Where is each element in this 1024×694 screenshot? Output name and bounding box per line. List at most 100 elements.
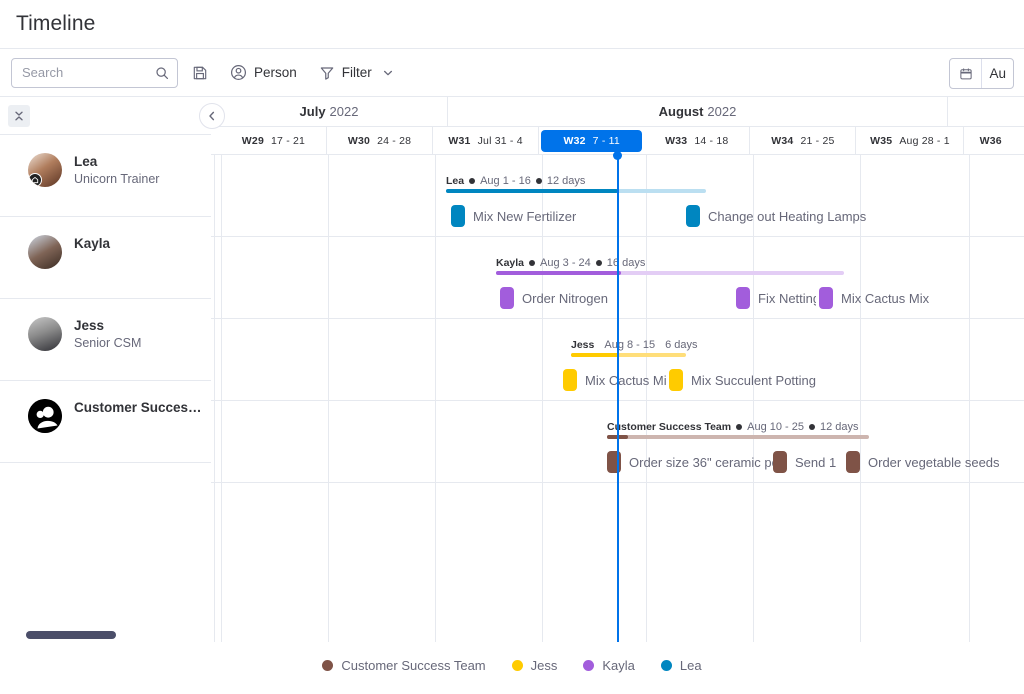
avatar: [28, 153, 62, 187]
week-cell-w30[interactable]: W30 24 - 28: [327, 127, 433, 154]
task-change-out-heating-lamps[interactable]: Change out Heating Lamps: [686, 205, 866, 227]
person-info: Jess Senior CSM: [74, 317, 141, 352]
task-mix-cactus-mix[interactable]: Mix Cactus Mix: [819, 287, 929, 309]
group-duration: 12 days: [547, 175, 586, 187]
timeline-rows: Lea Aug 1 - 16 12 days Mix New Fertilize…: [211, 155, 1024, 642]
legend-color-dot: [512, 660, 523, 671]
week-number: W34: [771, 135, 793, 147]
week-cell-w31[interactable]: W31 Jul 31 - 4: [433, 127, 539, 154]
page-header: Timeline: [0, 0, 1024, 48]
week-cell-w32-today[interactable]: W32 7 - 11: [541, 130, 642, 152]
person-info: Lea Unicorn Trainer: [74, 153, 159, 188]
legend-label: Kayla: [602, 658, 635, 673]
task-mix-new-fertilizer[interactable]: Mix New Fertilizer: [451, 205, 576, 227]
week-cell-w34[interactable]: W34 21 - 25: [750, 127, 856, 154]
task-color-chip: [563, 369, 577, 391]
task-color-chip: [500, 287, 514, 309]
task-color-chip: [669, 369, 683, 391]
task-order-nitrogen[interactable]: Order Nitrogen: [500, 287, 608, 309]
person-row-kayla[interactable]: Kayla: [0, 217, 211, 299]
task-mix-cactus-mi[interactable]: Mix Cactus Mi: [563, 369, 667, 391]
month-cell-august: August 2022: [448, 97, 948, 126]
person-filter-button[interactable]: Person: [222, 58, 305, 88]
task-label: Order vegetable seeds: [868, 455, 1000, 470]
search-input[interactable]: Search: [11, 58, 178, 88]
date-range-label: Au: [982, 66, 1013, 81]
group-dates: Aug 8 - 15: [604, 339, 655, 351]
person-row-lea[interactable]: Lea Unicorn Trainer: [0, 135, 211, 217]
legend-item-lea[interactable]: Lea: [661, 658, 702, 673]
month-cell-july: July 2022: [211, 97, 448, 126]
filter-label: Filter: [342, 65, 372, 80]
horizontal-scrollbar-thumb[interactable]: [26, 631, 116, 639]
separator-dot-icon: [536, 178, 542, 184]
people-pane-header: [0, 97, 211, 135]
week-number: W29: [242, 135, 264, 147]
today-marker-dot: [613, 151, 622, 160]
avatar: [28, 235, 62, 269]
task-label: Mix New Fertilizer: [473, 209, 576, 224]
person-info: Kayla: [74, 235, 110, 252]
group-bar-lea[interactable]: Lea Aug 1 - 16 12 days: [446, 175, 706, 193]
group-person: Lea: [446, 175, 464, 187]
timeline-board: Lea Unicorn Trainer Kayla Jess Senior CS…: [0, 97, 1024, 642]
collapse-panel-button[interactable]: [199, 103, 225, 129]
avatar: [28, 317, 62, 351]
week-cell-w33[interactable]: W33 14 - 18: [644, 127, 750, 154]
task-order-vegetable-seeds[interactable]: Order vegetable seeds: [846, 451, 1000, 473]
task-order-ceramic-pot[interactable]: Order size 36" ceramic po: [607, 451, 787, 473]
group-person: Kayla: [496, 257, 524, 269]
task-color-chip: [773, 451, 787, 473]
week-range: Aug 28 - 1: [899, 135, 949, 147]
month-year: 2022: [330, 104, 359, 119]
week-range: 14 - 18: [694, 135, 728, 147]
task-color-chip: [451, 205, 465, 227]
week-range: Jul 31 - 4: [478, 135, 523, 147]
group-duration: 16 days: [607, 257, 646, 269]
week-cell-w35[interactable]: W35 Aug 28 - 1: [856, 127, 964, 154]
chevron-down-icon[interactable]: [382, 67, 394, 79]
separator-dot-icon: [529, 260, 535, 266]
group-bar-label: Customer Success Team Aug 10 - 25 12 day…: [607, 421, 869, 433]
legend-label: Jess: [531, 658, 558, 673]
horizontal-scrollbar[interactable]: [0, 628, 1024, 642]
save-view-button[interactable]: [184, 58, 216, 88]
task-mix-succulent-potting[interactable]: Mix Succulent Potting: [669, 369, 816, 391]
legend-item-customer-success-team[interactable]: Customer Success Team: [322, 658, 485, 673]
month-name: August: [659, 104, 704, 119]
legend-color-dot: [322, 660, 333, 671]
week-number: W35: [870, 135, 892, 147]
week-number: W36: [980, 135, 1002, 147]
search-icon: [155, 66, 169, 80]
collapse-rows-icon[interactable]: [8, 105, 30, 127]
person-filter-label: Person: [254, 65, 297, 80]
group-bar-customer-success-team[interactable]: Customer Success Team Aug 10 - 25 12 day…: [607, 421, 869, 439]
legend-item-kayla[interactable]: Kayla: [583, 658, 635, 673]
filter-button[interactable]: Filter: [311, 58, 402, 88]
week-cell-spacer: [211, 127, 221, 154]
legend-color-dot: [583, 660, 594, 671]
task-label: Fix Netting: [758, 291, 816, 306]
legend-item-jess[interactable]: Jess: [512, 658, 558, 673]
person-row-jess[interactable]: Jess Senior CSM: [0, 299, 211, 381]
task-send-1[interactable]: Send 1: [773, 451, 836, 473]
task-color-chip: [686, 205, 700, 227]
calendar-icon[interactable]: [950, 59, 982, 88]
week-cell-w29[interactable]: W29 17 - 21: [221, 127, 327, 154]
group-bar-kayla[interactable]: Kayla Aug 3 - 24 16 days: [496, 257, 844, 275]
separator-dot-icon: [469, 178, 475, 184]
person-row-customer-success-team[interactable]: Customer Succes…: [0, 381, 211, 463]
home-badge-icon: [28, 173, 42, 187]
week-range: 7 - 11: [593, 135, 620, 147]
group-bar-jess[interactable]: Jess Aug 8 - 15 6 days: [571, 339, 686, 357]
week-range: 24 - 28: [377, 135, 411, 147]
people-pane-empty-space: [0, 463, 211, 596]
task-fix-netting[interactable]: Fix Netting: [736, 287, 816, 309]
week-cell-w36[interactable]: W36: [964, 127, 1023, 154]
week-number: W33: [665, 135, 687, 147]
person-info: Customer Succes…: [74, 399, 202, 416]
group-bar-label: Kayla Aug 3 - 24 16 days: [496, 257, 844, 269]
person-role: Unicorn Trainer: [74, 171, 159, 188]
avatar: [28, 399, 62, 433]
date-range-control[interactable]: Au: [949, 58, 1014, 89]
